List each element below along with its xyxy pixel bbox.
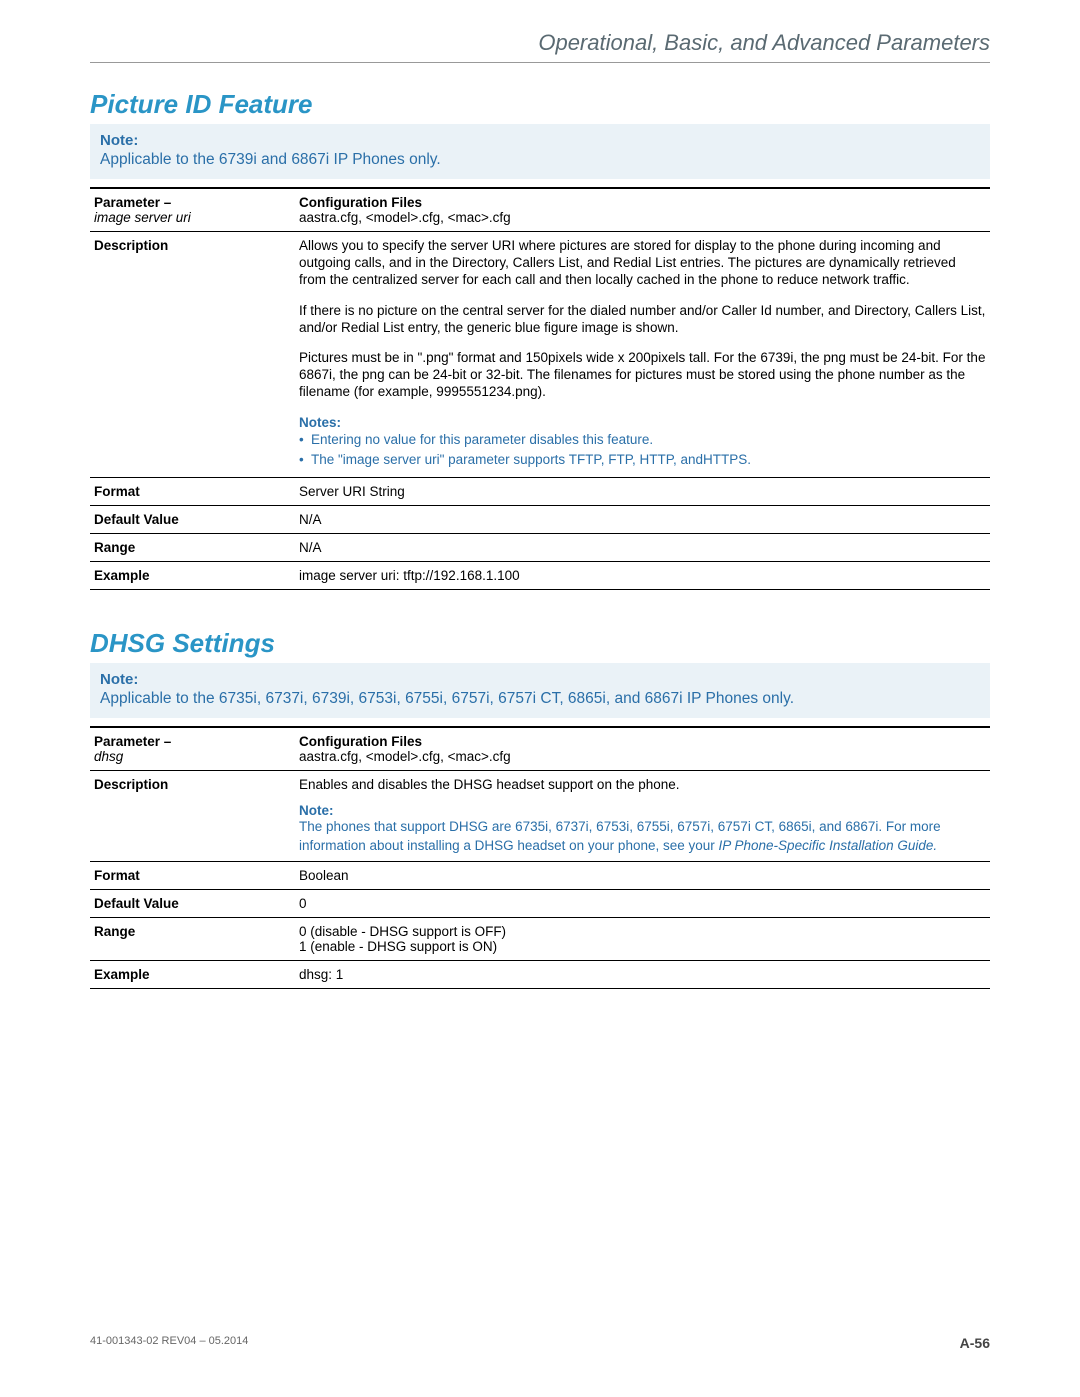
note-text: The phones that support DHSG are 6735i, …: [299, 818, 986, 854]
cell-format-value: Boolean: [295, 861, 990, 889]
note-box: Note: Applicable to the 6739i and 6867i …: [90, 124, 990, 179]
cell-range-value: 0 (disable - DHSG support is OFF) 1 (ena…: [295, 917, 990, 960]
cell-description-value: Enables and disables the DHSG headset su…: [295, 770, 990, 861]
parameter-label: Parameter –: [94, 734, 171, 749]
note-bullet: Entering no value for this parameter dis…: [299, 430, 986, 450]
config-files-value: aastra.cfg, <model>.cfg, <mac>.cfg: [299, 749, 511, 764]
cell-range-value: N/A: [295, 533, 990, 561]
note-text: Applicable to the 6739i and 6867i IP Pho…: [100, 151, 980, 169]
description-paragraph: Pictures must be in ".png" format and 15…: [299, 350, 986, 401]
cell-description-label: Description: [90, 232, 295, 478]
note-label: Note:: [100, 671, 980, 688]
cell-example-value: dhsg: 1: [295, 960, 990, 988]
doc-id: 41-001343-02 REV04 – 05.2014: [90, 1335, 248, 1351]
parameter-label: Parameter –: [94, 195, 171, 210]
note-text: Applicable to the 6735i, 6737i, 6739i, 6…: [100, 690, 980, 708]
page-footer: 41-001343-02 REV04 – 05.2014 A-56: [90, 1335, 990, 1351]
config-files-label: Configuration Files: [299, 195, 422, 210]
note-box: Note: Applicable to the 6735i, 6737i, 67…: [90, 663, 990, 718]
running-header: Operational, Basic, and Advanced Paramet…: [90, 30, 990, 56]
note-text-italic: IP Phone-Specific Installation Guide.: [719, 838, 938, 853]
cell-default-value: N/A: [295, 505, 990, 533]
cell-default-value: 0: [295, 889, 990, 917]
parameter-name: dhsg: [94, 749, 123, 764]
notes-label: Notes:: [299, 415, 986, 430]
cell-config-files: Configuration Files aastra.cfg, <model>.…: [295, 727, 990, 771]
cell-description-value: Allows you to specify the server URI whe…: [295, 232, 990, 478]
cell-example-value: image server uri: tftp://192.168.1.100: [295, 561, 990, 589]
parameter-table-image-server-uri: Parameter – image server uri Configurati…: [90, 187, 990, 590]
page-content: Operational, Basic, and Advanced Paramet…: [0, 0, 1080, 989]
cell-example-label: Example: [90, 960, 295, 988]
config-files-label: Configuration Files: [299, 734, 422, 749]
cell-format-label: Format: [90, 477, 295, 505]
config-files-value: aastra.cfg, <model>.cfg, <mac>.cfg: [299, 210, 511, 225]
cell-description-label: Description: [90, 770, 295, 861]
cell-format-value: Server URI String: [295, 477, 990, 505]
cell-format-label: Format: [90, 861, 295, 889]
note-label: Note:: [100, 132, 980, 149]
section-title-picture-id: Picture ID Feature: [90, 89, 990, 120]
parameter-name: image server uri: [94, 210, 191, 225]
parameter-table-dhsg: Parameter – dhsg Configuration Files aas…: [90, 726, 990, 989]
range-line: 1 (enable - DHSG support is ON): [299, 939, 986, 954]
range-line: 0 (disable - DHSG support is OFF): [299, 924, 986, 939]
cell-default-label: Default Value: [90, 505, 295, 533]
cell-parameter: Parameter – image server uri: [90, 188, 295, 232]
cell-config-files: Configuration Files aastra.cfg, <model>.…: [295, 188, 990, 232]
cell-example-label: Example: [90, 561, 295, 589]
page-number: A-56: [960, 1335, 990, 1351]
cell-default-label: Default Value: [90, 889, 295, 917]
header-rule: [90, 62, 990, 63]
cell-range-label: Range: [90, 917, 295, 960]
description-paragraph: If there is no picture on the central se…: [299, 303, 986, 337]
note-bullet: The "image server uri" parameter support…: [299, 450, 986, 470]
cell-range-label: Range: [90, 533, 295, 561]
cell-parameter: Parameter – dhsg: [90, 727, 295, 771]
section-title-dhsg: DHSG Settings: [90, 628, 990, 659]
description-paragraph: Enables and disables the DHSG headset su…: [299, 777, 986, 794]
note-label: Note:: [299, 803, 986, 818]
description-paragraph: Allows you to specify the server URI whe…: [299, 238, 986, 289]
